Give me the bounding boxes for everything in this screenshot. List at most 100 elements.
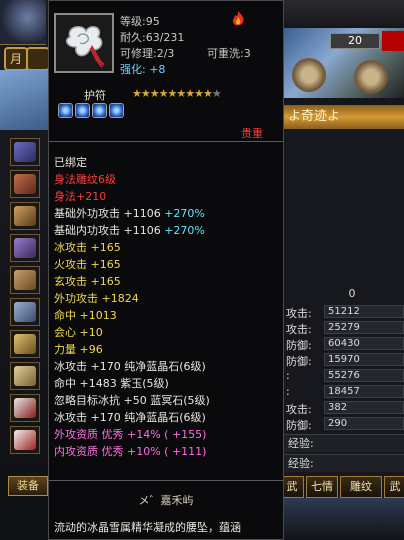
- attribute-percent: +270%: [164, 207, 205, 220]
- item-description: 流动的冰晶雪属精华凝成的腰坠，蕴涵: [54, 521, 241, 534]
- equip-tab[interactable]: 装备: [8, 476, 48, 496]
- amulet-icon: [14, 430, 36, 450]
- attribute-percent: +270%: [164, 224, 205, 237]
- stat-label: 攻击:: [286, 307, 312, 320]
- critical: 会心 +10: [54, 326, 103, 339]
- equip-slot-bracer[interactable]: [10, 202, 40, 230]
- menu-button[interactable]: [26, 47, 50, 71]
- boots-icon: [14, 302, 36, 322]
- stat-label: :: [286, 385, 290, 398]
- stat-label: :: [286, 369, 290, 382]
- gem-icon: [109, 103, 124, 118]
- scroll-icon: [14, 174, 36, 194]
- equip-slot-boots[interactable]: [10, 298, 40, 326]
- star-icon: ★: [132, 87, 142, 100]
- tab-emotions[interactable]: 七情: [306, 476, 338, 498]
- star-icon: ★: [203, 87, 213, 100]
- set-title: メ゛嘉禾屿: [138, 494, 194, 507]
- star-empty-icon: ★: [211, 87, 222, 100]
- stat-row: 防御: 15970: [286, 353, 404, 368]
- gem-bonus: 忽略目标冰抗 +50 蓝冥石(5级): [54, 394, 210, 407]
- engraving-attribute: 身法雕纹6级: [54, 173, 116, 186]
- stat-label: 防御:: [286, 355, 312, 368]
- strength: 力量 +96: [54, 343, 103, 356]
- stat-value: 25279: [324, 321, 404, 334]
- belt-icon: [14, 334, 36, 354]
- stat-value: 290: [324, 417, 404, 430]
- avatar[interactable]: [0, 0, 46, 45]
- stat-value: 51212: [324, 305, 404, 318]
- stat-row: 防御: 60430: [286, 337, 404, 352]
- fire-attack: 火攻击 +165: [54, 258, 121, 271]
- base-outer-attack: 基础外功攻击 +1106 +270%: [54, 205, 205, 221]
- equip-slot-helmet[interactable]: [10, 266, 40, 294]
- level-indicator: 20: [330, 33, 380, 49]
- jade-pendant-icon: [54, 13, 114, 73]
- stat-row: 攻击: 382: [286, 401, 404, 416]
- item-enhance: 强化: +8: [120, 63, 166, 76]
- stat-row: : 55276: [286, 369, 404, 383]
- gear-icon: [354, 60, 388, 94]
- equip-slot-gloves[interactable]: [10, 234, 40, 262]
- weapon-icon: [14, 142, 36, 162]
- divider: [49, 480, 283, 481]
- stat-label: 防御:: [286, 419, 312, 432]
- gem-bonus: 冰攻击 +170 纯净蓝晶石(6级): [54, 411, 206, 424]
- stat-value: 60430: [324, 337, 404, 350]
- base-inner-attack: 基础内功攻击 +1106 +270%: [54, 222, 205, 238]
- equip-slot-weapon[interactable]: [10, 138, 40, 166]
- gem-icon: [75, 103, 90, 118]
- character-tabs: 武 七情 雕纹 武: [270, 476, 404, 498]
- equip-slot-belt[interactable]: [10, 330, 40, 358]
- star-rating: ★★★★★★★★★★: [132, 87, 222, 100]
- exp-bar: 经验:: [284, 434, 404, 452]
- star-icon: ★: [194, 87, 204, 100]
- equip-slot-amulet[interactable]: [10, 426, 40, 454]
- divider: [49, 141, 283, 142]
- item-repairable: 可修理:2/3: [120, 47, 175, 60]
- stat-value: 18457: [324, 385, 404, 398]
- stat-value: 382: [324, 401, 404, 414]
- attribute-value: 基础外功攻击 +1106: [54, 207, 161, 220]
- stat-row: 防御: 290: [286, 417, 404, 432]
- stat-value: 15970: [324, 353, 404, 366]
- exp-bar: 经验:: [284, 454, 404, 472]
- gem-icon: [58, 103, 73, 118]
- panel-title: よ奇迹よ: [284, 105, 404, 129]
- charm-title: 护符: [84, 89, 106, 102]
- gloves-icon: [14, 238, 36, 258]
- bound-status: 已绑定: [54, 156, 87, 169]
- stat-row: 攻击: 51212: [286, 305, 404, 320]
- flame-icon: [229, 10, 247, 28]
- ring-icon: [14, 366, 36, 386]
- star-icon: ★: [185, 87, 195, 100]
- tab-engraving[interactable]: 雕纹: [340, 476, 382, 498]
- equip-slot-ring[interactable]: [10, 362, 40, 390]
- accuracy: 命中 +1013: [54, 309, 117, 322]
- star-icon: ★: [158, 87, 169, 100]
- mystic-attack: 玄攻击 +165: [54, 275, 121, 288]
- stat-label: 防御:: [286, 339, 312, 352]
- stat-label: 攻击:: [286, 323, 312, 336]
- gear-icon: [292, 58, 326, 92]
- moon-button[interactable]: 月: [4, 47, 28, 71]
- gem-icon: [92, 103, 107, 118]
- close-button[interactable]: [382, 31, 404, 51]
- stat-row: 攻击: 25279: [286, 321, 404, 336]
- stat-value: 55276: [324, 369, 404, 382]
- charm-icon: [14, 398, 36, 418]
- top-bar: [284, 0, 404, 28]
- outer-attack: 外功攻击 +1824: [54, 292, 139, 305]
- gem-bonus: 命中 +1483 紫玉(5级): [54, 377, 169, 390]
- equip-slot-charm[interactable]: [10, 394, 40, 422]
- stat-label: 攻击:: [286, 403, 312, 416]
- inner-aptitude: 内攻资质 优秀 +10% ( +111): [54, 445, 207, 458]
- star-icon: ★: [176, 87, 186, 100]
- bracer-icon: [14, 206, 36, 226]
- stat-zero-value: 0: [348, 287, 356, 300]
- bottom-scene: [284, 498, 404, 540]
- equip-slot-scroll[interactable]: [10, 170, 40, 198]
- star-icon: ★: [140, 87, 151, 100]
- tab-martial-2[interactable]: 武: [384, 476, 404, 498]
- item-rewashable: 可重洗:3: [207, 47, 251, 60]
